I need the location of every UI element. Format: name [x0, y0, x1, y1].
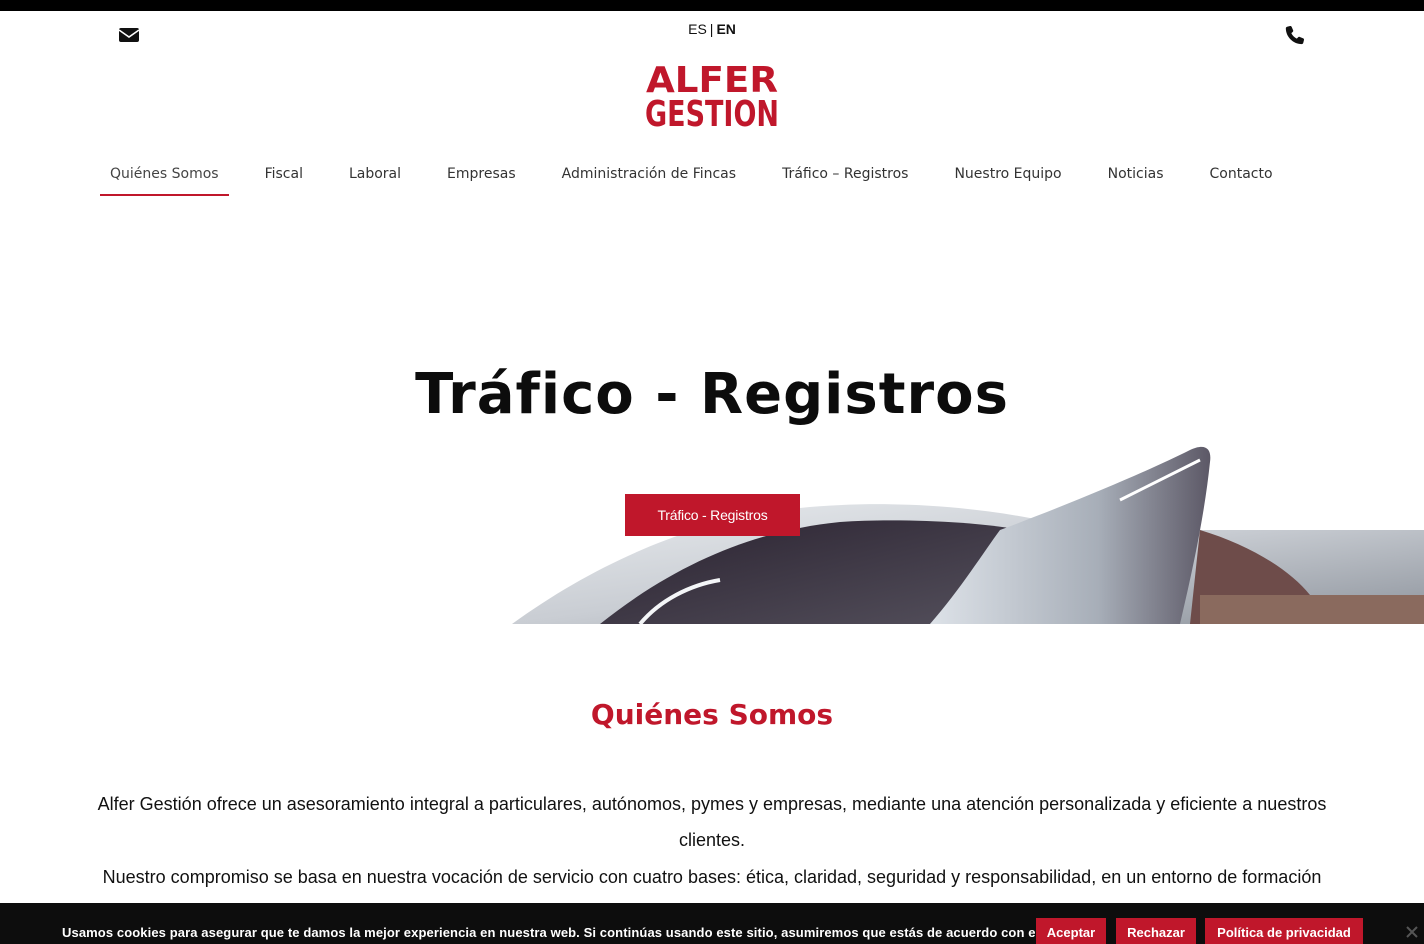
- nav-item-administracion-fincas[interactable]: Administración de Fincas: [562, 160, 736, 196]
- hero-title: Tráfico - Registros: [415, 362, 1009, 427]
- hero-cta-button[interactable]: Tráfico - Registros: [625, 494, 800, 536]
- nav-item-quienes-somos[interactable]: Quiénes Somos: [100, 160, 229, 196]
- about-paragraph-1: Alfer Gestión ofrece un asesoramiento in…: [97, 794, 1327, 850]
- about-paragraph-2: Nuestro compromiso se basa en nuestra vo…: [102, 867, 1322, 887]
- privacy-policy-button[interactable]: Política de privacidad: [1205, 918, 1363, 944]
- hero-banner: Tráfico - Registros Tráfico - Registros: [0, 200, 1424, 624]
- cookie-banner: Usamos cookies para asegurar que te damo…: [0, 903, 1424, 944]
- nav-item-nuestro-equipo[interactable]: Nuestro Equipo: [954, 160, 1061, 196]
- lang-separator: |: [709, 21, 714, 37]
- close-icon[interactable]: [1404, 924, 1420, 940]
- cookie-banner-text: Usamos cookies para asegurar que te damo…: [62, 925, 1055, 940]
- lang-en-link[interactable]: EN: [716, 21, 735, 37]
- nav-item-noticias[interactable]: Noticias: [1108, 160, 1164, 196]
- top-bar: [0, 0, 1424, 11]
- svg-text:GESTION: GESTION: [645, 94, 779, 130]
- cookie-reject-button[interactable]: Rechazar: [1116, 918, 1196, 944]
- nav-item-fiscal[interactable]: Fiscal: [265, 160, 303, 196]
- cookie-accept-button[interactable]: Aceptar: [1036, 918, 1106, 944]
- alfer-gestion-logo[interactable]: ALFER GESTION: [640, 62, 784, 130]
- lang-es-link[interactable]: ES: [688, 21, 707, 37]
- language-switcher: ES | EN: [0, 21, 1424, 37]
- nav-item-contacto[interactable]: Contacto: [1210, 160, 1273, 196]
- about-section-title: Quiénes Somos: [590, 698, 834, 731]
- nav-item-laboral[interactable]: Laboral: [349, 160, 401, 196]
- phone-icon[interactable]: [1284, 24, 1306, 46]
- nav-item-trafico-registros[interactable]: Tráfico – Registros: [782, 160, 908, 196]
- nav-item-empresas[interactable]: Empresas: [447, 160, 516, 196]
- main-nav: Quiénes Somos Fiscal Laboral Empresas Ad…: [87, 160, 1317, 196]
